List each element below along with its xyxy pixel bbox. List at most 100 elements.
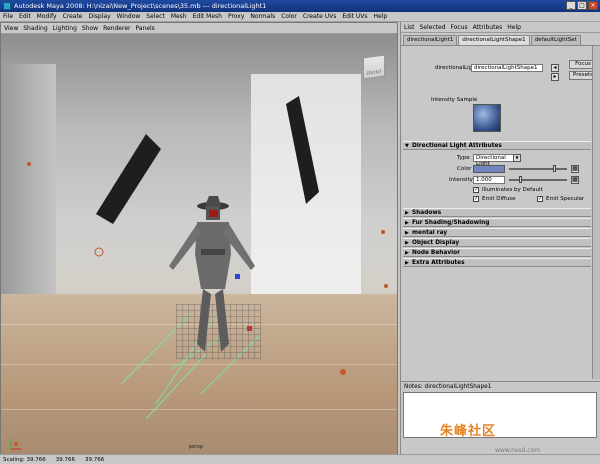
section-title: Fur Shading/Shadowing (412, 220, 490, 226)
emit-diffuse-checkbox[interactable]: ✓ (473, 196, 479, 202)
vp-menu-shading[interactable]: Shading (23, 25, 47, 32)
menu-select[interactable]: Select (146, 13, 165, 20)
maximize-button[interactable]: □ (577, 1, 587, 10)
section-fur[interactable]: ▶ Fur Shading/Shadowing (403, 218, 591, 227)
intensity-sample-swatch (473, 104, 501, 132)
window-title: Autodesk Maya 2008: H:\nizai\New_Project… (14, 2, 267, 10)
section-title: Extra Attributes (412, 260, 465, 266)
illuminates-default-label: Illuminates by Default (482, 187, 543, 193)
vp-menu-panels[interactable]: Panels (135, 25, 154, 32)
light-locator-icon[interactable] (14, 442, 18, 446)
dark-plane-left[interactable] (96, 134, 161, 224)
color-slider[interactable] (509, 168, 567, 170)
intensity-slider[interactable] (509, 179, 567, 181)
section-title: mental ray (412, 230, 448, 236)
ae-menu-help[interactable]: Help (507, 24, 521, 31)
menu-mesh[interactable]: Mesh (171, 13, 187, 20)
dark-plane-right[interactable] (286, 96, 319, 204)
ae-menu-bar: List Selected Focus Attributes Help (401, 22, 600, 33)
intensity-label: Intensity (449, 177, 473, 183)
ae-menu-selected[interactable]: Selected (420, 24, 446, 31)
section-node-behavior[interactable]: ▶ Node Behavior (403, 248, 591, 257)
color-swatch[interactable] (473, 165, 505, 173)
section-shadows[interactable]: ▶ Shadows (403, 208, 591, 217)
node-name-field[interactable]: directionalLightShape1 (471, 64, 543, 72)
menu-edit-mesh[interactable]: Edit Mesh (193, 13, 222, 20)
menu-color[interactable]: Color (281, 13, 297, 20)
ae-menu-list[interactable]: List (404, 24, 415, 31)
minimize-button[interactable]: _ (566, 1, 576, 10)
vp-menu-show[interactable]: Show (82, 25, 98, 32)
light-locator-icon[interactable] (384, 284, 388, 288)
close-button[interactable]: × (588, 1, 598, 10)
collapsed-arrow-icon: ▶ (405, 250, 409, 256)
color-slider-thumb[interactable] (553, 165, 556, 172)
menu-edit[interactable]: Edit (19, 13, 31, 20)
character-model[interactable] (161, 194, 261, 364)
intensity-field[interactable]: 1.000 (473, 176, 505, 184)
view-cube-label: FRONT (366, 69, 382, 78)
illuminates-default-checkbox[interactable]: ✓ (473, 187, 479, 193)
ae-scrollbar[interactable] (592, 46, 600, 379)
viewport-menu-bar: View Shading Lighting Show Renderer Pane… (1, 23, 397, 34)
section-title: Node Behavior (412, 250, 460, 256)
emit-diffuse-label: Emit Diffuse (482, 196, 516, 202)
map-intensity-icon[interactable]: ▦ (571, 176, 579, 184)
emit-specular-label: Emit Specular (546, 196, 585, 202)
section-title: Object Display (412, 240, 460, 246)
menu-modify[interactable]: Modify (37, 13, 57, 20)
collapsed-arrow-icon: ▶ (405, 210, 409, 216)
main-menu-bar: File Edit Modify Create Display Window S… (0, 12, 600, 22)
menu-create[interactable]: Create (63, 13, 83, 20)
menu-create-uvs[interactable]: Create UVs (303, 13, 336, 20)
collapsed-arrow-icon: ▶ (405, 230, 409, 236)
emit-specular-checkbox[interactable]: ✓ (537, 196, 543, 202)
watermark-brand: 朱峰社区 (440, 424, 497, 439)
color-label: Color (457, 166, 472, 172)
tab-default-light-set[interactable]: defaultLightSet (530, 35, 581, 45)
maya-app-icon (3, 2, 11, 10)
vp-menu-lighting[interactable]: Lighting (53, 25, 77, 32)
vp-menu-view[interactable]: View (4, 25, 18, 32)
section-extra-attributes[interactable]: ▶ Extra Attributes (403, 258, 591, 267)
watermark-url: www.hxsd.com (495, 447, 541, 454)
status-scaling: Scaling: 39.766 (3, 456, 46, 463)
viewport-panel: View Shading Lighting Show Renderer Pane… (0, 22, 398, 454)
light-locator-icon[interactable] (27, 162, 31, 166)
menu-edit-uvs[interactable]: Edit UVs (342, 13, 367, 20)
title-bar: Autodesk Maya 2008: H:\nizai\New_Project… (0, 0, 600, 12)
menu-normals[interactable]: Normals (250, 13, 275, 20)
ae-menu-focus[interactable]: Focus (451, 24, 468, 31)
goto-input-icon[interactable]: ◂ (551, 64, 559, 72)
section-object-display[interactable]: ▶ Object Display (403, 238, 591, 247)
section-directional-light[interactable]: ▼ Directional Light Attributes (403, 141, 591, 150)
ae-body: directionalLight: directionalLightShape1… (401, 46, 600, 379)
viewport-canvas[interactable]: FRONT persp (1, 34, 397, 454)
view-cube[interactable]: FRONT (363, 54, 385, 80)
menu-window[interactable]: Window (117, 13, 141, 20)
light-locator-icon[interactable] (94, 247, 104, 257)
ae-menu-attributes[interactable]: Attributes (473, 24, 503, 31)
intensity-slider-thumb[interactable] (519, 176, 522, 183)
notes-textarea[interactable] (403, 392, 597, 438)
light-locator-icon[interactable] (340, 369, 346, 375)
map-color-icon[interactable]: ▦ (571, 165, 579, 173)
ae-tab-bar: directionalLight1 directionalLightShape1… (401, 33, 600, 46)
section-mental-ray[interactable]: ▶ mental ray (403, 228, 591, 237)
tab-directional-light[interactable]: directionalLight1 (403, 35, 458, 45)
goto-output-icon[interactable]: ▸ (551, 73, 559, 81)
expanded-arrow-icon: ▼ (405, 143, 409, 149)
menu-proxy[interactable]: Proxy (228, 13, 244, 20)
vp-menu-renderer[interactable]: Renderer (103, 25, 130, 32)
menu-display[interactable]: Display (89, 13, 111, 20)
chevron-down-icon[interactable]: ▼ (513, 154, 521, 162)
menu-file[interactable]: File (3, 13, 13, 20)
tab-directional-light-shape[interactable]: directionalLightShape1 (458, 35, 530, 45)
section-title: Directional Light Attributes (412, 143, 502, 149)
collapsed-arrow-icon: ▶ (405, 220, 409, 226)
directional-attrs: Type Directional Light ▼ Color ▦ Intensi… (403, 152, 591, 206)
menu-help[interactable]: Help (374, 13, 388, 20)
collapsed-arrow-icon: ▶ (405, 240, 409, 246)
light-locator-icon[interactable] (381, 230, 385, 234)
status-value-3: 39.766 (85, 456, 105, 463)
